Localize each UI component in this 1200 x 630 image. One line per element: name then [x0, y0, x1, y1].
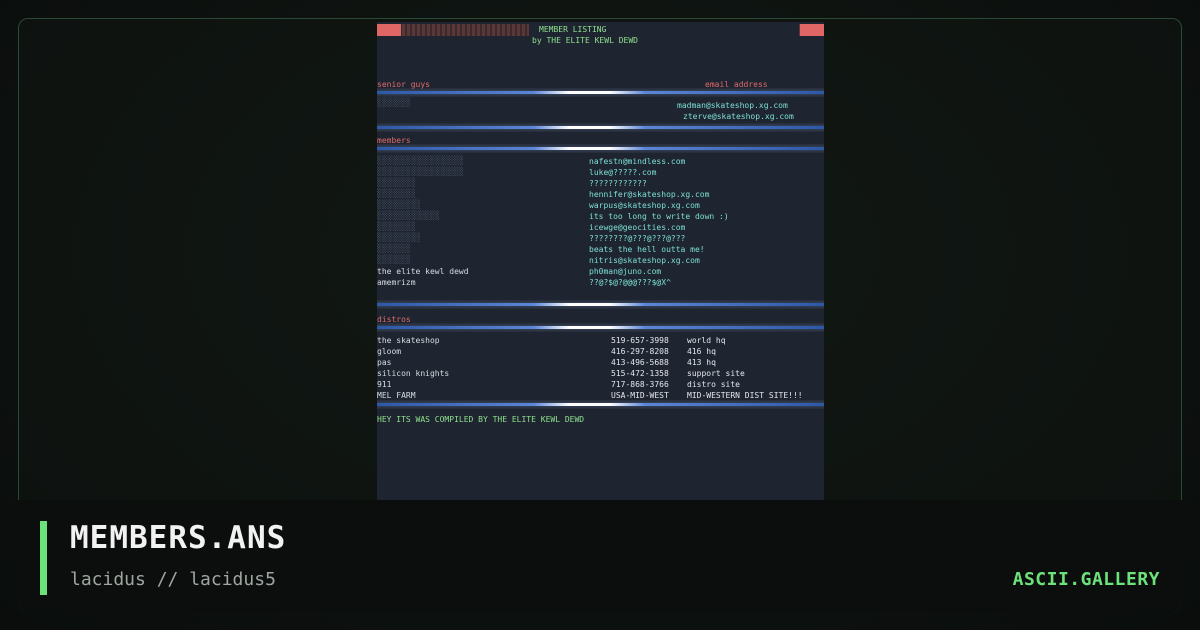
member-email: hennifer@skateshop.xg.com	[589, 190, 710, 199]
senior-email: zterve@skateshop.xg.com	[683, 112, 794, 121]
dim-fill: ░░░░░░░	[377, 98, 411, 107]
member-email: ????????????	[589, 179, 647, 188]
dim-fill: ░░░░░░░░░░░░░░░░░░	[377, 167, 464, 176]
member-name: amemrizm	[377, 278, 416, 287]
distro-name: silicon knights	[377, 369, 450, 378]
accent-bar	[40, 521, 47, 595]
dim-fill: ░░░░░░░░░	[377, 233, 421, 242]
rule-divider	[377, 403, 824, 406]
distro-note: support site	[687, 369, 745, 378]
member-email: warpus@skateshop.xg.com	[589, 201, 700, 210]
dim-fill: ░░░░░░░░░	[377, 200, 421, 209]
distro-phone: 717-868-3766	[611, 380, 669, 389]
ansi-artwork: MEMBER LISTING by THE ELITE KEWL DEWD se…	[377, 22, 824, 500]
member-email: ??@?$@?@@@???$@X^	[589, 278, 671, 287]
distro-note: distro site	[687, 380, 740, 389]
member-email: nitris@skateshop.xg.com	[589, 256, 700, 265]
member-email: icewge@geocities.com	[589, 223, 686, 232]
distro-phone: 416-297-8208	[611, 347, 669, 356]
title-bar-left-block	[377, 24, 401, 36]
dim-fill: ░░░░░░░	[377, 255, 411, 264]
distro-note: 413 hq	[687, 358, 716, 367]
distro-name: gloom	[377, 347, 402, 356]
rule-divider	[377, 126, 824, 129]
rule-divider	[377, 91, 824, 94]
distro-phone: 413-496-5688	[611, 358, 669, 367]
site-brand[interactable]: ASCII.GALLERY	[1013, 569, 1160, 590]
member-email: beats the hell outta me!	[589, 245, 705, 254]
distro-phone: 519-657-3998	[611, 336, 669, 345]
dim-fill: ░░░░░░░░	[377, 189, 416, 198]
dim-fill: ░░░░░░░░	[377, 222, 416, 231]
rule-divider	[377, 303, 824, 306]
member-name: the elite kewl dewd	[377, 267, 469, 276]
artist-credit[interactable]: lacidus // lacidus5	[70, 569, 276, 590]
caption-bar: MEMBERS.ANS lacidus // lacidus5 ASCII.GA…	[18, 500, 1182, 612]
distro-note: 416 hq	[687, 347, 716, 356]
art-title: MEMBER LISTING	[539, 25, 607, 34]
dim-fill: ░░░░░░░░░░░░░	[377, 211, 440, 220]
distro-name: pas	[377, 358, 392, 367]
title-bar-right-block	[800, 24, 824, 36]
member-email: ????????@???@???@???	[589, 234, 686, 243]
rule-divider	[377, 147, 824, 150]
member-email: ph0man@juno.com	[589, 267, 662, 276]
member-email: nafestn@mindless.com	[589, 157, 686, 166]
rule-divider	[377, 326, 824, 329]
member-email: luke@?????.com	[589, 168, 657, 177]
distro-name: the skateshop	[377, 336, 440, 345]
art-subtitle: by THE ELITE KEWL DEWD	[532, 36, 638, 45]
distro-phone: 515-472-1358	[611, 369, 669, 378]
artwork-filename: MEMBERS.ANS	[70, 520, 287, 556]
distro-note: world hq	[687, 336, 726, 345]
member-email: its too long to write down :)	[589, 212, 729, 221]
art-footer: HEY ITS WAS COMPILED BY THE ELITE KEWL D…	[377, 415, 585, 424]
distro-name: 911	[377, 380, 392, 389]
dim-fill: ░░░░░░░░░░░░░░░░░░	[377, 156, 464, 165]
senior-email: madman@skateshop.xg.com	[677, 101, 788, 110]
dim-fill: ░░░░░░░░	[377, 178, 416, 187]
dim-fill: ░░░░░░░	[377, 244, 411, 253]
